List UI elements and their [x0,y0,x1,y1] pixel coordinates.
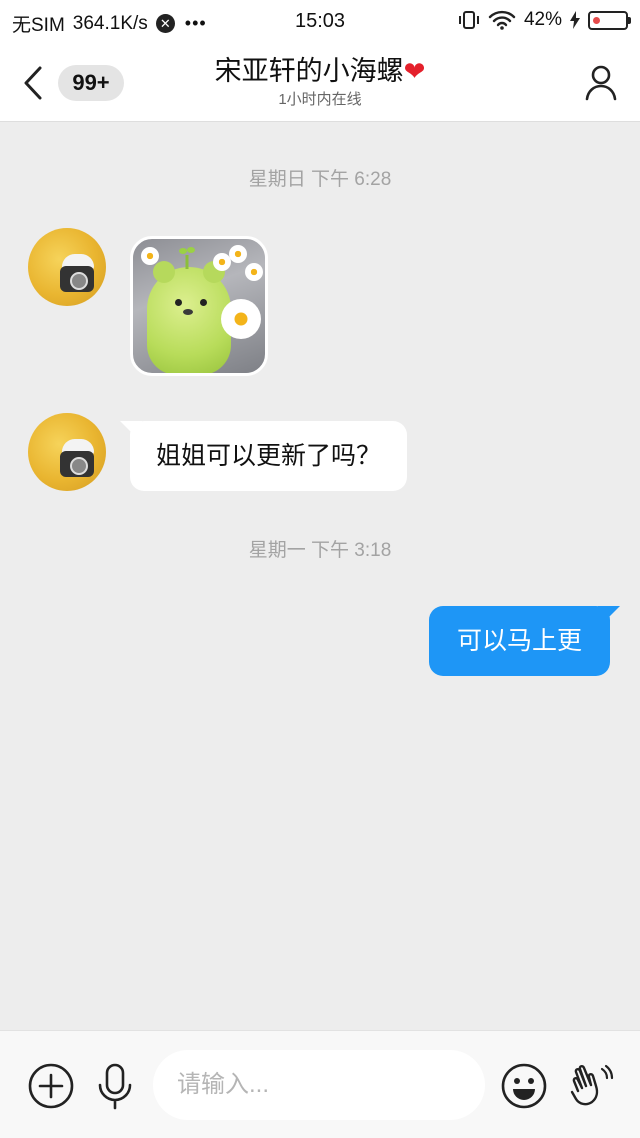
back-chevron-icon[interactable] [18,62,48,104]
input-bar: 请输入... [0,1030,640,1138]
battery-percent: 42% [523,9,562,30]
incoming-message[interactable]: 姐姐可以更新了吗？ [130,421,408,491]
contact-avatar[interactable] [28,228,106,306]
outgoing-message[interactable]: 可以马上更 [428,606,610,676]
mic-icon[interactable] [90,1061,140,1111]
charging-icon [570,11,580,29]
daisy-icon [221,299,261,339]
heart-icon: ❤ [403,56,426,86]
vibrate-icon [458,11,479,29]
unread-badge[interactable]: 99+ [58,65,124,101]
hand-wave-icon[interactable] [566,1061,616,1111]
battery-icon [588,10,631,30]
status-right: 42% [458,9,631,31]
sticker-bear [147,261,231,373]
sticker-message[interactable] [130,236,268,376]
sprout-icon [179,247,195,269]
online-status: 1小时内在线 [278,91,362,108]
smiley-icon[interactable] [499,1061,549,1111]
contact-name: 宋亚轩的小海螺 [214,56,404,86]
wifi-icon [488,10,516,30]
status-bar: 无SIM 364.1K/s ✕ ••• 15:03 42% [0,0,640,44]
chat-header: 99+ 宋亚轩的小海螺❤ 1小时内在线 [0,44,640,122]
timestamp: 星期一 下午 3:18 [248,540,392,561]
plus-icon[interactable] [26,1061,76,1111]
timestamp: 星期日 下午 6:28 [248,169,392,190]
page-title: 宋亚轩的小海螺❤ [120,52,520,90]
contact-avatar[interactable] [28,413,106,491]
message-input[interactable]: 请输入... [153,1050,485,1120]
title-block: 宋亚轩的小海螺❤ 1小时内在线 [120,52,520,110]
profile-icon[interactable] [584,63,618,101]
